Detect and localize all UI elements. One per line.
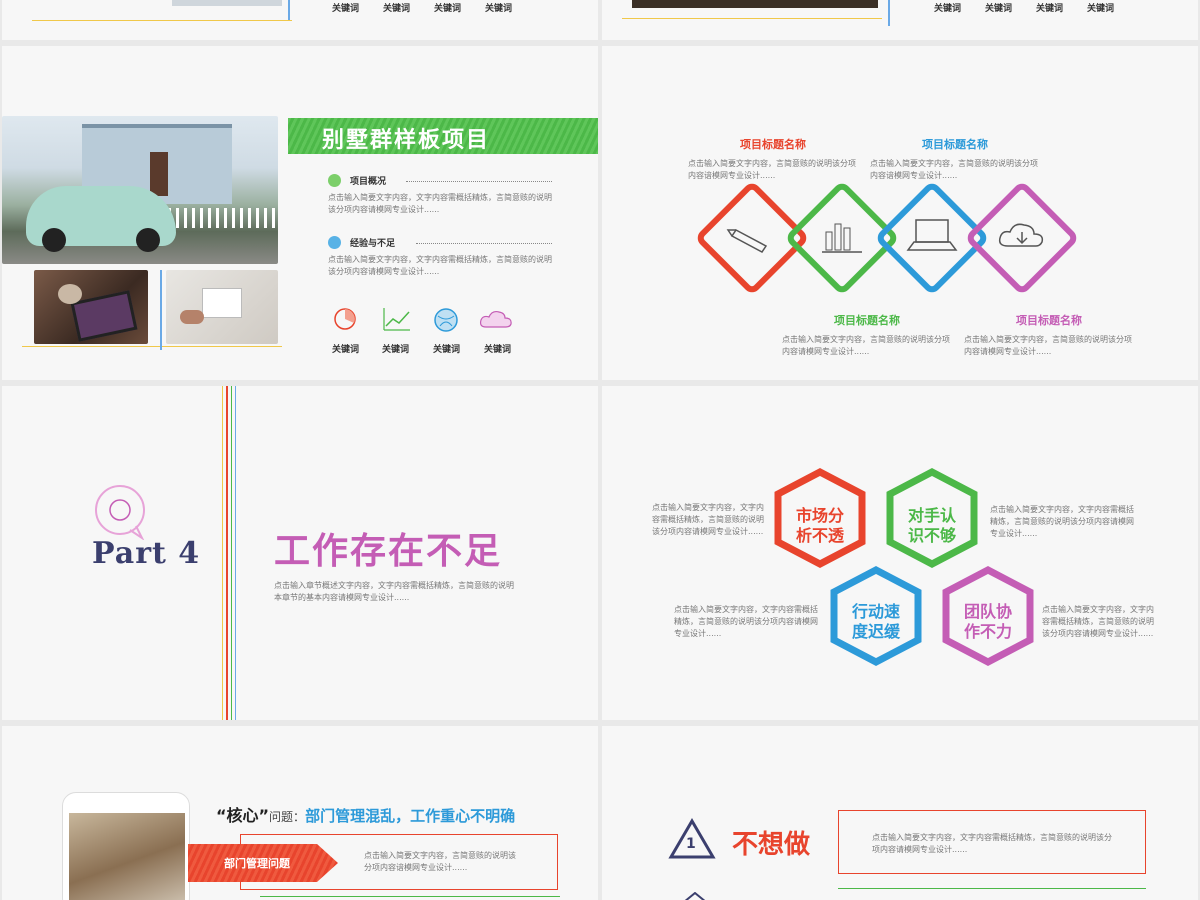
warning-number: 1 <box>686 836 696 852</box>
diamond-description: 点击输入简要文字内容，言简意赅的说明该分项内容谙模网专业设计...... <box>688 159 856 180</box>
slide-warning: 1 不想做 点击输入简要文字内容，文字内容需概括精炼，言简意赅的说明该分项内容请… <box>602 726 1198 900</box>
part-label: Part 4 <box>92 536 201 571</box>
chat-bubble-icon <box>95 485 145 540</box>
diamond-title: 项目标题名称 <box>834 314 900 327</box>
top-right-underline <box>622 18 882 19</box>
slide-core-problem: “核心”问题：部门管理混乱，工作重心不明确 部门管理问题 点击输入简要文字内容，… <box>2 726 598 900</box>
top-left-vertical-line <box>288 0 290 20</box>
overview-title: 项目概况 <box>350 177 387 187</box>
diamond-text-top-right: 项目标题名称 点击输入简要文字内容，言简意赅的说明该分项内容谙模网专业设计...… <box>870 136 1040 182</box>
slide-top-left: 关键词 关键词 关键词 关键词 <box>2 0 598 40</box>
issue-arrow-banner: 部门管理问题 <box>188 844 338 882</box>
lesson-title: 经验与不足 <box>350 239 396 249</box>
banner: 别墅群样板项目 <box>288 118 598 154</box>
diamond-description: 点击输入简要文字内容，言简意赅的说明该分项内容谙模网专业设计...... <box>870 159 1038 180</box>
divider-line-green <box>231 386 232 720</box>
slide-top-right: 关键词 关键词 关键词 关键词 <box>602 0 1198 40</box>
divider-line-red <box>226 386 228 720</box>
house-door <box>150 152 168 196</box>
slide-part-4: Part 4 工作存在不足 点击输入章节概述文字内容，文字内容需概括精炼，言简意… <box>2 386 598 720</box>
top-left-underline <box>32 20 292 21</box>
slide-diamonds: 项目标题名称 点击输入简要文字内容，言简意赅的说明该分项内容谙模网专业设计...… <box>602 46 1198 380</box>
sketch-line-green <box>838 888 1146 889</box>
warning-description: 点击输入简要文字内容，文字内容需概括精炼，言简意赅的说明该分项内容请模网专业设计… <box>872 833 1112 854</box>
hexagon-group <box>774 468 1034 666</box>
car-wheel <box>136 228 160 252</box>
top-left-image-edge <box>172 0 282 6</box>
top-right-image-edge <box>632 0 878 8</box>
keyword-label: 关键词 <box>332 345 360 355</box>
keyword-label: 关键词 <box>434 4 462 14</box>
warning-triangle-icon <box>684 892 706 900</box>
keyword-label: 关键词 <box>1087 4 1115 14</box>
hex-text-bottom-right: 点击输入简要文字内容，文字内容需概括精炼，言简意赅的说明该分项内容请模网专业设计… <box>1042 605 1154 638</box>
keyword-label: 关键词 <box>485 4 513 14</box>
car-wheel <box>42 228 66 252</box>
sketch-line <box>160 270 162 350</box>
cup-shape <box>58 284 82 304</box>
core-description: 点击输入简要文字内容，言简意赅的说明该分项内容谙模网专业设计...... <box>364 851 516 872</box>
divider-line-blue <box>235 386 236 720</box>
slide-hexagons: 点击输入简要文字内容，文字内容需概括精炼，言简意赅的说明该分项内容请模网专业设计… <box>602 386 1198 720</box>
pie-chart-icon <box>334 308 356 330</box>
hex-label-market: 市场分 析不透 <box>795 506 844 545</box>
section-description: 点击输入章节概述文字内容，文字内容需概括精炼，言简意赅的说明本章节的基本内容请模… <box>274 581 514 602</box>
line-chart-icon <box>383 308 410 331</box>
house-photo <box>2 116 278 264</box>
slide-villa-project: 别墅群样板项目 项目概况 点击输入简要文字内容，文字内容需概括精炼，言简意赅的说… <box>2 46 598 380</box>
globe-icon <box>434 308 458 332</box>
overview-icon <box>328 174 341 187</box>
divider-line-yellow <box>222 386 223 720</box>
hex-text-top-left: 点击输入简要文字内容，文字内容需概括精炼，言简意赅的说明该分项内容请模网专业设计… <box>652 503 764 536</box>
diamond-text-bottom-left: 项目标题名称 点击输入简要文字内容，言简意赅的说明该分项内容请模网专业设计...… <box>782 312 952 358</box>
phone-screen-photo <box>69 813 185 900</box>
sketch-line <box>22 346 282 347</box>
core-label: 问题： <box>269 810 306 824</box>
hex-label-team: 团队协 作不力 <box>963 602 1012 641</box>
cloud-icon <box>479 310 512 328</box>
meeting-photo <box>166 270 278 344</box>
pencil-icon <box>726 229 768 253</box>
keyword-label: 关键词 <box>985 4 1013 14</box>
bar-chart-icon <box>822 223 862 253</box>
core-issue: 部门管理混乱，工作重心不明确 <box>305 807 516 825</box>
warning-heading: 不想做 <box>732 830 811 860</box>
keyword-label: 关键词 <box>484 345 512 355</box>
diamond-chain <box>697 183 1077 293</box>
keyword-label: 关键词 <box>383 4 411 14</box>
phone-frame <box>62 792 190 900</box>
diamond-description: 点击输入简要文字内容，言简意赅的说明该分项内容请模网专业设计...... <box>964 335 1132 356</box>
top-right-vertical-line <box>888 0 890 26</box>
hand-shape <box>180 310 204 324</box>
overview-text: 点击输入简要文字内容，文字内容需概括精炼，言简意赅的说明该分项内容请模网专业设计… <box>328 193 552 214</box>
tablet-photo <box>34 270 148 344</box>
keyword-label: 关键词 <box>1036 4 1064 14</box>
cloud-download-icon <box>998 223 1044 247</box>
diamond-title: 项目标题名称 <box>922 138 988 151</box>
diamond-description: 点击输入简要文字内容，言简意赅的说明该分项内容请模网专业设计...... <box>782 335 950 356</box>
section-heading: 工作存在不足 <box>274 531 503 572</box>
sketch-box-green <box>260 896 560 900</box>
keyword-label: 关键词 <box>934 4 962 14</box>
arrow-label: 部门管理问题 <box>224 857 290 870</box>
hex-label-rivals: 对手认 识不够 <box>907 506 956 545</box>
diamond-title: 项目标题名称 <box>1016 314 1082 327</box>
diamond-text-bottom-right: 项目标题名称 点击输入简要文字内容，言简意赅的说明该分项内容请模网专业设计...… <box>964 312 1134 358</box>
paper-shape <box>202 288 242 318</box>
dotted-line <box>416 243 552 244</box>
core-quote: “核心” <box>216 806 270 825</box>
lesson-icon <box>328 236 341 249</box>
lesson-text: 点击输入简要文字内容，文字内容需概括精炼，言简意赅的说明该分项内容请模网专业设计… <box>328 255 552 276</box>
laptop-icon <box>906 219 958 251</box>
hex-label-speed: 行动速 度迟缓 <box>851 602 900 641</box>
diamond-text-top-left: 项目标题名称 点击输入简要文字内容，言简意赅的说明该分项内容谙模网专业设计...… <box>688 136 858 182</box>
dotted-line <box>406 181 552 182</box>
core-question: “核心”问题：部门管理混乱，工作重心不明确 <box>216 802 515 826</box>
diamond-title: 项目标题名称 <box>740 138 806 151</box>
keyword-label: 关键词 <box>332 4 360 14</box>
keyword-label: 关键词 <box>433 345 461 355</box>
keyword-label: 关键词 <box>382 345 410 355</box>
banner-title: 别墅群样板项目 <box>322 128 491 153</box>
